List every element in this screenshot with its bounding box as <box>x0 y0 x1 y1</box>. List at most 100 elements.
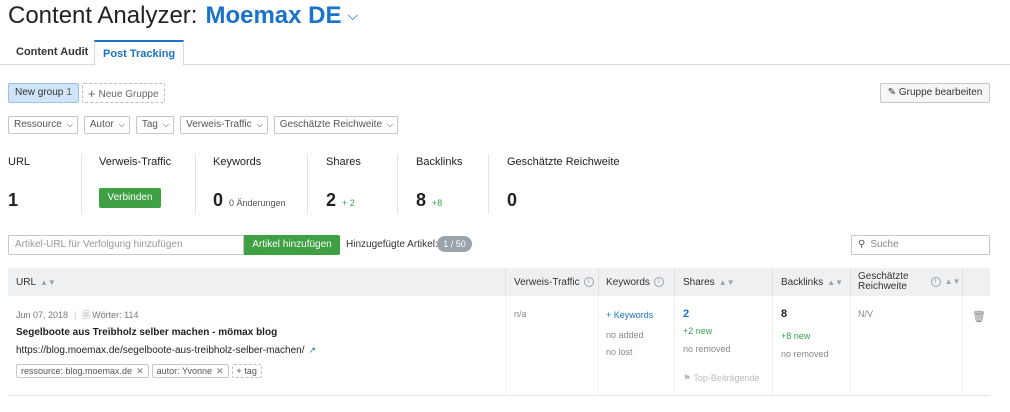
chevron-down-icon: ⌵ <box>66 120 73 129</box>
group-new-group[interactable]: New group 1 <box>8 83 79 103</box>
metric-referral: Verweis-Traffic <box>99 156 171 168</box>
col-label: Verweis-Traffic <box>514 276 580 288</box>
chevron-down-icon: ⌵ <box>256 120 263 129</box>
col-url[interactable]: URL ▲▼ <box>16 268 56 296</box>
chevron-down-icon[interactable]: ⌵ <box>348 7 359 24</box>
metric-label: Keywords <box>213 156 262 168</box>
top-contributors[interactable]: ⚑ Top-Beiträgende <box>683 373 759 384</box>
metric-value: 0 <box>213 190 224 210</box>
col-reach[interactable]: Geschätzte Reichweite i ▲▼ <box>858 268 960 296</box>
shares-value[interactable]: 2 <box>683 308 689 320</box>
filter-label: Verweis-Traffic <box>186 119 252 130</box>
add-tag-label: tag <box>244 366 257 376</box>
close-icon[interactable]: ✕ <box>216 366 224 376</box>
article-url-text[interactable]: https://blog.moemax.de/segelboote-aus-tr… <box>16 345 305 356</box>
table-row: Jun 07, 2018 | 🗏 Wörter: 114 Segelboote au… <box>8 296 990 396</box>
info-icon[interactable]: i <box>653 277 664 287</box>
col-shares[interactable]: Shares ▲▼ <box>683 268 735 296</box>
trash-icon[interactable]: 🗑 <box>972 310 986 323</box>
meta-separator: | <box>74 310 77 320</box>
col-label: Keywords <box>606 276 650 288</box>
shares-removed: no removed <box>683 344 731 354</box>
metric-divider <box>397 154 398 214</box>
added-articles-badge: 1 / 50 <box>437 236 472 252</box>
group-count: 1 <box>66 87 72 98</box>
filter-label: Geschätzte Reichweite <box>279 119 383 130</box>
connect-button[interactable]: Verbinden <box>99 188 161 208</box>
sort-icon: ▲▼ <box>718 277 735 287</box>
col-label: Backlinks <box>781 276 824 288</box>
metric-label: URL <box>8 156 31 168</box>
col-divider <box>505 268 506 296</box>
metric-delta: + 2 <box>342 198 355 208</box>
col-label: Geschätzte Reichweite <box>858 272 909 292</box>
plus-icon: + <box>87 86 96 101</box>
metric-divider <box>488 154 489 214</box>
info-icon[interactable]: i <box>930 277 941 287</box>
backlinks-removed: no removed <box>781 349 829 359</box>
added-articles-label: Hinzugefügte Artikel: <box>346 239 438 250</box>
col-divider <box>850 296 851 396</box>
col-label: Shares <box>683 276 715 288</box>
chevron-down-icon: ⌵ <box>118 120 125 129</box>
sort-icon: ▲▼ <box>827 277 844 287</box>
metric-label: Backlinks <box>416 156 463 168</box>
metric-divider <box>81 154 82 214</box>
info-icon[interactable]: i <box>583 277 594 287</box>
top-contributors-label: Top-Beiträgende <box>693 373 760 383</box>
metric-divider <box>195 154 196 214</box>
sort-icon: ▲▼ <box>40 277 56 287</box>
add-group-label: Neue Gruppe <box>98 89 159 100</box>
metric-label: Verweis-Traffic <box>99 156 172 168</box>
close-icon[interactable]: ✕ <box>136 366 144 376</box>
article-meta: Jun 07, 2018 | 🗏 Wörter: 114 <box>16 308 139 324</box>
tag-ressource: ressource: blog.moemax.de ✕ <box>16 364 149 378</box>
metric-backlinks: Backlinks 8 +8 <box>416 156 463 210</box>
tab-content-audit[interactable]: Content Audit <box>8 40 96 65</box>
filter-reichweite[interactable]: Geschätzte Reichweite ⌵ <box>273 116 399 134</box>
external-link-icon[interactable]: ↗ <box>309 345 317 355</box>
article-url[interactable]: https://blog.moemax.de/segelboote-aus-tr… <box>16 345 316 356</box>
group-label: New group <box>15 87 64 98</box>
tab-post-tracking[interactable]: Post Tracking <box>94 40 185 66</box>
tag-label: ressource: blog.moemax.de <box>21 366 133 376</box>
col-divider <box>962 296 963 396</box>
metric-value: 8 <box>416 190 427 210</box>
col-backlinks[interactable]: Backlinks ▲▼ <box>781 268 843 296</box>
tag-autor: autor: Yvonne ✕ <box>151 364 229 378</box>
add-group-button[interactable]: + Neue Gruppe <box>81 83 165 103</box>
filter-verweis-traffic[interactable]: Verweis-Traffic ⌵ <box>180 116 268 134</box>
table-header: URL ▲▼ Verweis-Traffic i Keywords i Shares ▲… <box>8 268 990 296</box>
search-placeholder: Suche <box>870 239 899 250</box>
edit-group-button[interactable]: ✎ Gruppe bearbeiten <box>880 83 990 103</box>
keywords-lost: no lost <box>606 347 633 357</box>
article-tags: ressource: blog.moemax.de ✕ autor: Yvonne… <box>16 364 262 378</box>
add-keywords-link[interactable]: + Keywords <box>606 310 653 320</box>
article-url-input[interactable]: Artikel-URL für Verfolgung hinzufügen <box>8 235 244 255</box>
keywords-added: no added <box>606 330 644 340</box>
metric-keywords: Keywords 0 0 Änderungen <box>213 156 286 210</box>
article-date: Jun 07, 2018 <box>16 310 69 320</box>
add-tag-button[interactable]: + tag <box>231 364 262 378</box>
metric-value: 0 <box>507 190 518 210</box>
col-keywords: Keywords i <box>606 268 664 296</box>
search-input[interactable]: ⚲ Suche <box>851 235 990 255</box>
metric-shares: Shares 2 + 2 <box>326 156 361 210</box>
project-selector[interactable]: Moemax DE <box>205 2 341 30</box>
trophy-icon: ⚑ <box>683 373 692 383</box>
tag-label: autor: Yvonne <box>156 366 212 376</box>
page-title: Content Analyzer: <box>8 2 198 29</box>
tab-bar: Content Audit Post Tracking <box>0 40 1010 66</box>
filter-tag[interactable]: Tag ⌵ <box>135 116 175 134</box>
filter-label: Ressource <box>14 119 62 130</box>
search-icon: ⚲ <box>858 239 866 250</box>
metric-reach: Geschätzte Reichweite 0 <box>507 156 620 210</box>
col-divider <box>962 268 963 296</box>
filter-label: Tag <box>141 119 158 130</box>
filter-label: Autor <box>89 119 114 130</box>
backlinks-new: +8 new <box>781 331 811 341</box>
filter-ressource[interactable]: Ressource ⌵ <box>8 116 78 134</box>
add-article-button[interactable]: Artikel hinzufügen <box>244 235 340 255</box>
filter-autor[interactable]: Autor ⌵ <box>83 116 130 134</box>
col-label-line2: Reichweite <box>858 281 907 292</box>
